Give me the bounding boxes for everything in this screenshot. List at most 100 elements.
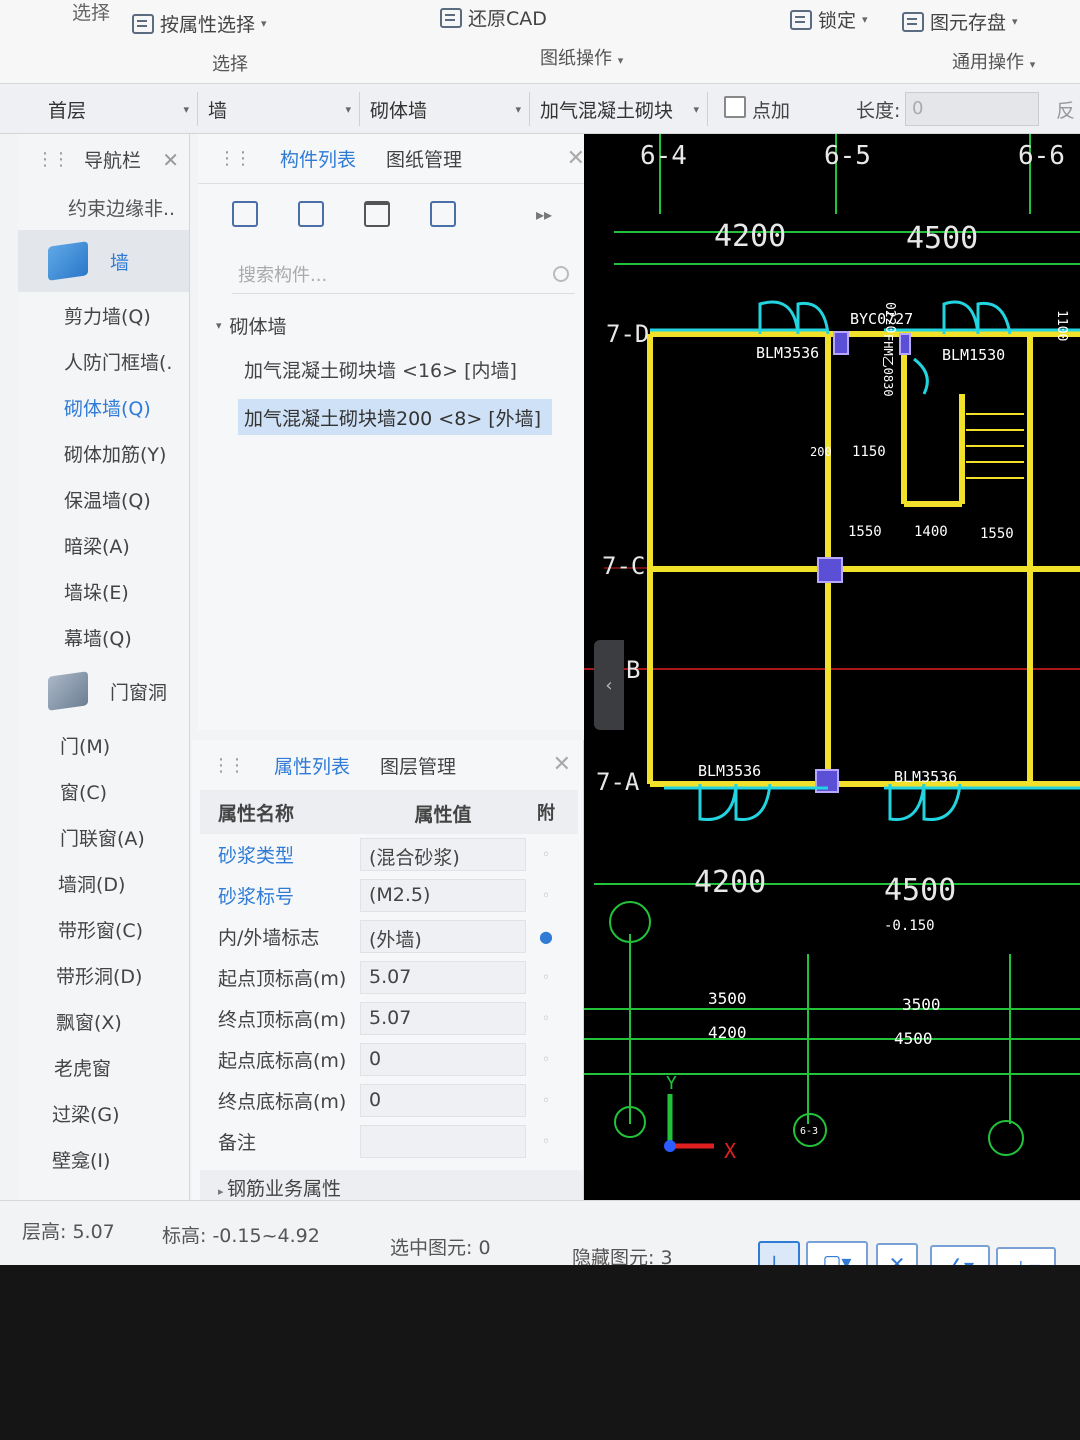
component-select[interactable]: 加气混凝土砌块 ▾ xyxy=(532,92,708,126)
nav-item-shear-wall[interactable]: 剪力墙(Q) xyxy=(18,292,189,338)
stair-dimension: 1550 xyxy=(848,524,882,540)
sub-dimension: 3500 xyxy=(708,989,747,1008)
attach-checkbox[interactable]: ◦ xyxy=(526,970,566,986)
attach-checkbox[interactable]: ◦ xyxy=(526,1134,566,1150)
property-name: 砂浆类型 xyxy=(218,845,295,867)
point-add-checkbox[interactable] xyxy=(724,96,746,118)
ribbon-group-drawing-ops[interactable]: 图纸操作 ▾ xyxy=(540,44,623,70)
more-icon[interactable]: ▸▸ xyxy=(536,205,552,224)
attach-checkbox-checked[interactable]: ● xyxy=(526,927,566,946)
property-value-input[interactable]: (外墙) xyxy=(360,920,526,953)
snap-box-button[interactable]: ▢▾ xyxy=(806,1241,868,1265)
property-value-input[interactable] xyxy=(360,1125,526,1158)
select-by-attribute-button[interactable]: 按属性选择 ▾ xyxy=(132,10,267,37)
tree-item-component[interactable]: 加气混凝土砌块墙 <16> [内墙] xyxy=(238,351,597,387)
chevron-down-icon: ▾ xyxy=(183,102,189,116)
element-save-button[interactable]: 图元存盘 ▾ xyxy=(902,8,1018,35)
nav-item-insulation-wall[interactable]: 保温墙(Q) xyxy=(18,476,189,522)
property-row: 起点顶标高(m) 5.07 ◦ xyxy=(200,957,578,998)
property-name: 备注 xyxy=(218,1132,257,1154)
tab-component-list[interactable]: 构件列表 xyxy=(280,145,356,172)
nav-item-door-window-combo[interactable]: 门联窗(A) xyxy=(18,814,189,860)
attach-checkbox[interactable]: ◦ xyxy=(526,847,566,863)
nav-item-label: 幕墙(Q) xyxy=(64,627,132,650)
ribbon-group-general-ops[interactable]: 通用操作 ▾ xyxy=(952,48,1035,74)
attach-checkbox[interactable]: ◦ xyxy=(526,888,566,904)
drag-handle-icon[interactable]: ⋮⋮ xyxy=(218,148,252,169)
close-icon[interactable]: ✕ xyxy=(553,752,571,777)
nav-item-strip-window[interactable]: 带形窗(C) xyxy=(18,906,189,952)
nav-item-strip-opening[interactable]: 带形洞(D) xyxy=(18,952,189,998)
nav-item-masonry-wall[interactable]: 砌体墙(Q) xyxy=(18,384,189,430)
attach-checkbox[interactable]: ◦ xyxy=(526,1011,566,1027)
drag-handle-icon[interactable]: ⋮⋮ xyxy=(212,755,246,776)
nav-item-wall-opening[interactable]: 墙洞(D) xyxy=(18,860,189,906)
delete-icon[interactable] xyxy=(364,201,390,227)
tab-layer-management[interactable]: 图层管理 xyxy=(380,752,456,779)
chevron-down-icon: ▾ xyxy=(261,17,267,30)
box-snap-icon: ▢▾ xyxy=(822,1250,852,1265)
lock-button[interactable]: 锁定 ▾ xyxy=(790,6,868,33)
property-name: 终点顶标高(m) xyxy=(218,1009,347,1031)
nav-item-curtain-wall[interactable]: 幕墙(Q) xyxy=(18,614,189,660)
cross-snap-button[interactable]: ✕ xyxy=(876,1243,918,1265)
property-value-input[interactable]: 0 xyxy=(360,1043,526,1076)
nav-item-civil-defense-door-wall[interactable]: 人防门框墙(. xyxy=(18,338,189,384)
nav-item-dormer-window[interactable]: 老虎窗 xyxy=(18,1044,189,1090)
nav-category-door-window[interactable]: 门窗洞 xyxy=(18,660,189,722)
nav-item-niche[interactable]: 壁龛(I) xyxy=(18,1136,189,1182)
nav-item-hidden-beam[interactable]: 暗梁(A) xyxy=(18,522,189,568)
ortho-mode-button[interactable]: ∟ xyxy=(758,1241,800,1265)
collapse-panel-button[interactable]: ‹ xyxy=(594,640,624,730)
nav-item-wall-pier[interactable]: 墙垛(E) xyxy=(18,568,189,614)
cad-canvas[interactable]: 6-4 6-5 6-6 4200 4500 7-D 7-C B 7-A 4200… xyxy=(584,134,1080,1220)
tree-item-component-selected[interactable]: 加气混凝土砌块墙200 <8> [外墙] xyxy=(238,399,552,435)
nav-item-window[interactable]: 窗(C) xyxy=(18,768,189,814)
property-value-input[interactable]: 5.07 xyxy=(360,1002,526,1035)
nav-item-bay-window[interactable]: 飘窗(X) xyxy=(18,998,189,1044)
nav-item-label: 门联窗(A) xyxy=(60,827,145,850)
nav-item-door[interactable]: 门(M) xyxy=(18,722,189,768)
door-tag: BYC0727 xyxy=(850,310,913,328)
status-label: 标高: xyxy=(162,1225,207,1247)
nav-item-masonry-reinforcement[interactable]: 砌体加筋(Y) xyxy=(18,430,189,476)
restore-cad-button[interactable]: 还原CAD xyxy=(440,4,547,31)
tab-property-list[interactable]: 属性列表 xyxy=(274,752,350,779)
tree-group-masonry-wall[interactable]: ▾ 砌体墙 xyxy=(198,312,597,339)
nav-item-constraint-edge[interactable]: 约束边缘非.. xyxy=(18,184,189,230)
property-table: 属性名称 属性值 附 砂浆类型 (混合砂浆) ◦ 砂浆标号 (M2.5) ◦ 内… xyxy=(200,790,578,1162)
close-icon[interactable]: ✕ xyxy=(567,146,585,171)
layer-copy-icon[interactable] xyxy=(430,201,456,227)
offset-button[interactable]: ⊥▾ xyxy=(996,1247,1056,1265)
floor-select[interactable]: 首层 ▾ xyxy=(40,92,198,126)
close-icon[interactable]: ✕ xyxy=(162,148,179,172)
nav-item-label: 老虎窗 xyxy=(54,1057,112,1080)
nav-category-wall[interactable]: 墙 xyxy=(18,230,189,292)
dimension-text: 4500 xyxy=(906,221,978,256)
category-select[interactable]: 墙 ▾ xyxy=(200,92,360,126)
property-section-rebar[interactable]: ▸ 钢筋业务属性 xyxy=(200,1170,583,1202)
reverse-button[interactable]: 反 xyxy=(1056,96,1075,123)
new-component-icon[interactable] xyxy=(232,201,258,227)
attach-checkbox[interactable]: ◦ xyxy=(526,1052,566,1068)
property-value-input[interactable]: (M2.5) xyxy=(360,879,526,912)
component-search-input[interactable]: 搜索构件... xyxy=(232,254,575,294)
nav-item-label: 剪力墙(Q) xyxy=(64,305,151,328)
status-value: 5.07 xyxy=(72,1221,115,1243)
nav-item-label: 飘窗(X) xyxy=(56,1011,122,1034)
property-value-input[interactable]: 5.07 xyxy=(360,961,526,994)
restore-cad-icon xyxy=(440,7,462,28)
angle-button[interactable]: ∠▾ xyxy=(930,1245,990,1265)
type-select[interactable]: 砌体墙 ▾ xyxy=(362,92,530,126)
property-value-input[interactable]: 0 xyxy=(360,1084,526,1117)
property-value-input[interactable]: (混合砂浆) xyxy=(360,838,526,871)
drag-handle-icon[interactable]: ⋮⋮ xyxy=(36,149,70,170)
door-tag: 200 xyxy=(810,445,832,459)
copy-component-icon[interactable] xyxy=(298,201,324,227)
stair-dimension: 1550 xyxy=(980,526,1014,542)
tab-drawing-management[interactable]: 图纸管理 xyxy=(386,145,462,172)
component-panel-tabs: ⋮⋮ 构件列表 图纸管理 ✕ xyxy=(198,134,597,184)
length-input[interactable]: 0 xyxy=(905,92,1039,126)
attach-checkbox[interactable]: ◦ xyxy=(526,1093,566,1109)
nav-item-lintel[interactable]: 过梁(G) xyxy=(18,1090,189,1136)
